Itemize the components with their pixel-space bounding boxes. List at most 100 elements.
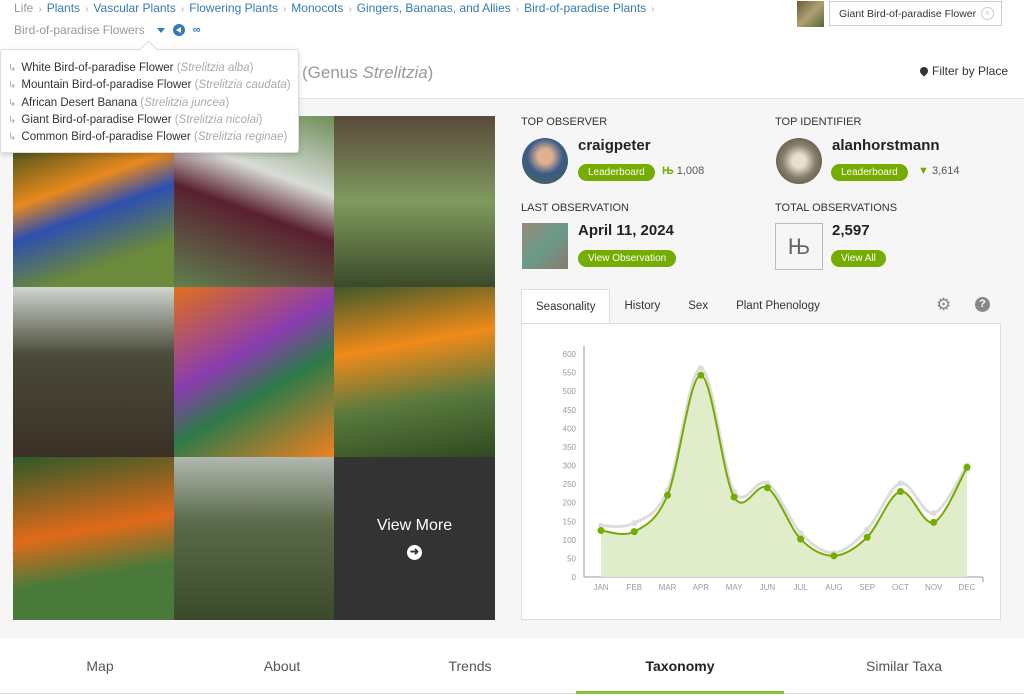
bottom-tabs: Map About Trends Taxonomy Similar Taxa bbox=[0, 638, 1024, 694]
top-observer-name[interactable]: craigpeter bbox=[578, 137, 651, 154]
help-icon[interactable]: ? bbox=[975, 297, 990, 312]
data-point bbox=[697, 371, 705, 379]
child-arrow-icon: ↳ bbox=[8, 132, 17, 144]
breadcrumb-item[interactable]: Bird-of-paradise Plants bbox=[524, 1, 646, 15]
scientific-name: Strelitzia alba bbox=[180, 62, 250, 74]
bottom-tab[interactable]: Map bbox=[0, 638, 200, 694]
x-tick-label: AUG bbox=[825, 583, 842, 592]
scientific-name: Strelitzia reginae bbox=[197, 131, 284, 144]
bottom-tab[interactable]: About bbox=[200, 638, 364, 694]
current-taxon[interactable]: Bird-of-paradise Flowers bbox=[14, 23, 145, 37]
link-icon[interactable]: ∞ bbox=[193, 24, 201, 36]
chart-svg: 0 50 100 150 200 250 300 350 400 450 500 550 600 JAN F… bbox=[563, 346, 984, 592]
observer-count: 1,008 bbox=[676, 165, 705, 177]
chevron-right-icon: › bbox=[38, 4, 42, 15]
photo[interactable] bbox=[13, 457, 174, 620]
bottom-tab[interactable]: Taxonomy bbox=[576, 638, 784, 694]
last-observation-date: April 11, 2024 bbox=[578, 222, 674, 239]
arrow-right-circle-icon: ➜ bbox=[407, 545, 422, 560]
photo[interactable] bbox=[334, 116, 495, 287]
y-tick-label: 250 bbox=[563, 480, 577, 489]
x-tick-label: JAN bbox=[593, 583, 608, 592]
breadcrumb-item[interactable]: Plants bbox=[47, 1, 80, 15]
breadcrumb-item[interactable]: Gingers, Bananas, and Allies bbox=[357, 1, 511, 15]
back-arrow-icon[interactable] bbox=[172, 24, 185, 36]
search-value: Giant Bird-of-paradise Flower bbox=[839, 8, 977, 20]
chart-tab[interactable]: Seasonality bbox=[521, 289, 611, 324]
gear-icon[interactable]: ⚙ bbox=[936, 295, 951, 315]
chart-tab[interactable]: Plant Phenology bbox=[722, 289, 834, 324]
data-point bbox=[930, 518, 938, 526]
map-pin-icon bbox=[918, 65, 930, 77]
x-tick-label: NOV bbox=[925, 583, 943, 592]
top-identifier-label: TOP IDENTIFIER bbox=[775, 116, 862, 128]
seasonality-chart: 0 50 100 150 200 250 300 350 400 450 500 550 600 JAN F… bbox=[521, 323, 1001, 620]
page-title: (Genus Strelitzia) bbox=[302, 63, 433, 83]
scientific-name: Strelitzia nicolai bbox=[178, 113, 259, 126]
breadcrumb-item[interactable]: Flowering Plants bbox=[189, 1, 278, 15]
last-observation-thumbnail[interactable] bbox=[522, 223, 568, 269]
breadcrumb-item[interactable]: Vascular Plants bbox=[93, 1, 175, 15]
view-more-label: View More bbox=[376, 517, 453, 534]
title-prefix: (Genus bbox=[302, 63, 363, 82]
common-name: African Desert Banana bbox=[21, 96, 138, 109]
breadcrumb-item[interactable]: Life bbox=[14, 1, 33, 15]
avatar[interactable] bbox=[776, 138, 822, 184]
leaderboard-button[interactable]: Leaderboard bbox=[578, 164, 655, 181]
y-tick-label: 400 bbox=[563, 424, 577, 433]
dropdown-item[interactable]: ↳ Common Bird-of-paradise Flower (Strelit… bbox=[8, 129, 298, 146]
bottom-tab[interactable]: Similar Taxa bbox=[784, 638, 1024, 694]
data-point bbox=[896, 488, 904, 496]
photo[interactable] bbox=[174, 457, 334, 620]
photo[interactable] bbox=[334, 287, 495, 457]
common-name: Giant Bird-of-paradise Flower bbox=[21, 113, 172, 126]
y-tick-label: 450 bbox=[563, 406, 577, 415]
dropdown-item[interactable]: ↳ Giant Bird-of-paradise Flower (Strelitz… bbox=[8, 112, 298, 129]
chevron-right-icon: › bbox=[515, 4, 520, 15]
view-more-button[interactable]: View More ➜ bbox=[334, 457, 495, 620]
data-point bbox=[597, 527, 605, 535]
dropdown-item[interactable]: ↳ White Bird-of-paradise Flower (Strelitz… bbox=[8, 60, 298, 77]
taxon-search-input[interactable]: Giant Bird-of-paradise Flower × bbox=[829, 1, 1002, 26]
view-all-button[interactable]: View All bbox=[831, 250, 886, 267]
y-tick-label: 50 bbox=[567, 554, 576, 563]
chart-tab[interactable]: Sex bbox=[674, 289, 722, 324]
chevron-right-icon: › bbox=[180, 4, 185, 15]
common-name: Common Bird-of-paradise Flower bbox=[21, 131, 191, 144]
leaderboard-button[interactable]: Leaderboard bbox=[831, 164, 908, 181]
breadcrumb-item[interactable]: Monocots bbox=[291, 1, 343, 15]
chevron-right-icon: › bbox=[85, 4, 89, 15]
data-point bbox=[863, 533, 871, 541]
child-arrow-icon: ↳ bbox=[8, 63, 17, 74]
photo-grid: View More ➜ bbox=[13, 116, 495, 620]
data-point bbox=[730, 493, 738, 501]
search-taxon-thumbnail bbox=[797, 1, 824, 27]
chart-tab[interactable]: History bbox=[610, 289, 674, 324]
children-dropdown: ↳ White Bird-of-paradise Flower (Strelitz… bbox=[0, 49, 299, 153]
child-arrow-icon: ↳ bbox=[8, 114, 17, 126]
y-tick-label: 300 bbox=[563, 462, 577, 471]
filter-by-place-button[interactable]: Filter by Place bbox=[918, 64, 1009, 78]
common-name: Mountain Bird-of-paradise Flower bbox=[21, 79, 192, 92]
child-arrow-icon: ↳ bbox=[8, 97, 17, 109]
y-tick-label: 600 bbox=[563, 350, 577, 359]
photo[interactable] bbox=[13, 287, 174, 457]
area-fill bbox=[601, 375, 967, 577]
data-point bbox=[630, 528, 638, 536]
view-observation-button[interactable]: View Observation bbox=[578, 250, 677, 267]
dropdown-item[interactable]: ↳ Mountain Bird-of-paradise Flower (Strel… bbox=[8, 77, 298, 94]
avatar[interactable] bbox=[522, 138, 568, 184]
bottom-tab[interactable]: Trends bbox=[364, 638, 576, 694]
filter-label: Filter by Place bbox=[932, 64, 1009, 78]
photo[interactable] bbox=[174, 287, 334, 457]
dropdown-item[interactable]: ↳ African Desert Banana (Strelitzia junce… bbox=[8, 95, 298, 112]
last-observation-label: LAST OBSERVATION bbox=[521, 202, 629, 214]
y-tick-label: 200 bbox=[563, 499, 577, 508]
clear-icon[interactable]: × bbox=[981, 7, 994, 20]
caret-down-icon[interactable] bbox=[156, 27, 165, 33]
total-observations-count: 2,597 bbox=[832, 222, 870, 239]
top-identifier-name[interactable]: alanhorstmann bbox=[832, 137, 940, 154]
binoculars-icon: Њ bbox=[662, 165, 674, 177]
chart-tabs: Seasonality History Sex Plant Phenology bbox=[521, 289, 1001, 324]
y-tick-label: 500 bbox=[563, 387, 577, 396]
